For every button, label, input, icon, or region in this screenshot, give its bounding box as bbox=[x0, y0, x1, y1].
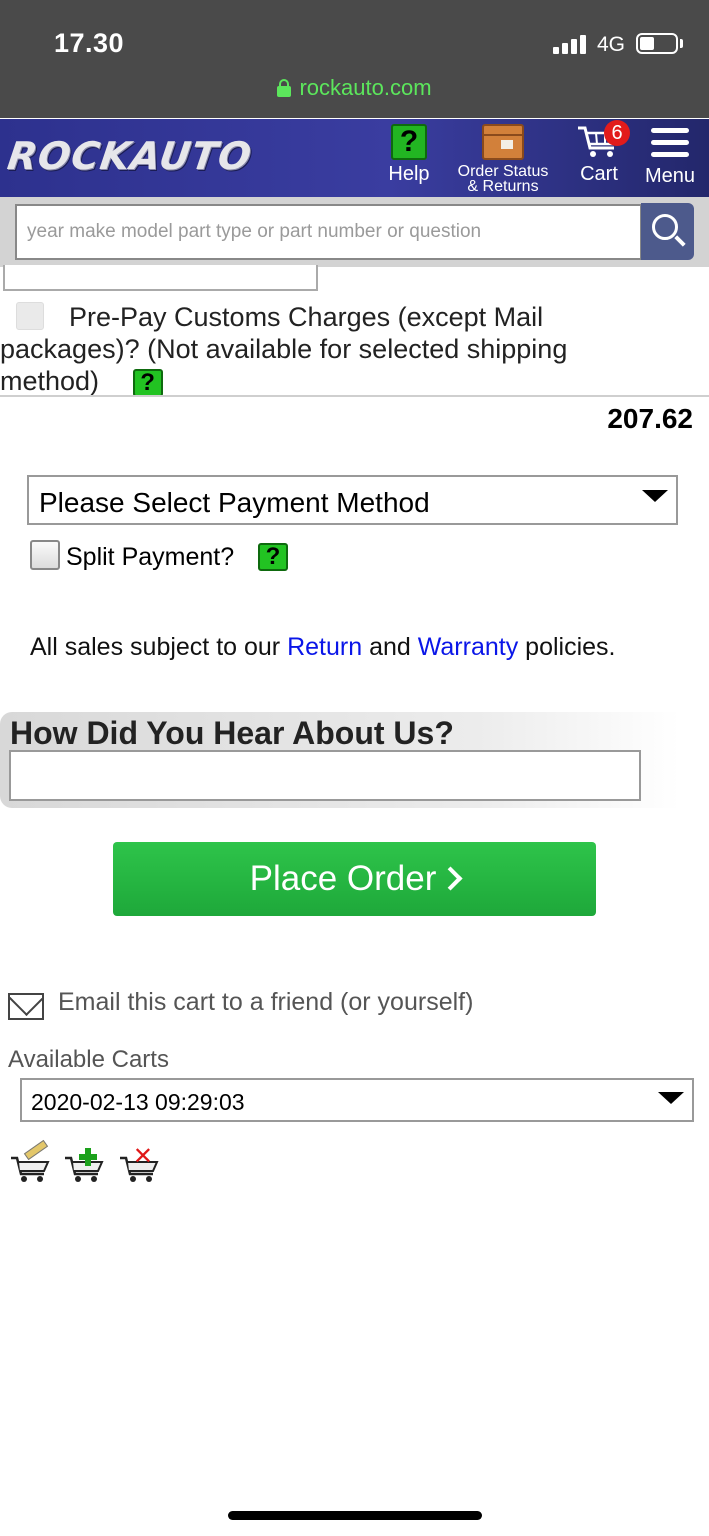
customs-label-line3: method) bbox=[0, 366, 100, 396]
package-icon bbox=[482, 124, 524, 160]
rockauto-logo[interactable]: ROCKAUTO bbox=[5, 134, 255, 178]
delete-cart-button[interactable]: ✕ bbox=[117, 1144, 161, 1184]
battery-icon bbox=[636, 33, 678, 54]
order-status-label: Order Status bbox=[457, 163, 549, 180]
help-icon: ? bbox=[391, 124, 427, 160]
signal-icon bbox=[553, 34, 589, 54]
available-carts-label: Available Carts bbox=[8, 1046, 169, 1073]
available-carts-value: 2020-02-13 09:29:03 bbox=[31, 1089, 245, 1115]
lock-icon bbox=[277, 79, 292, 97]
search-icon bbox=[652, 214, 678, 240]
hamburger-icon bbox=[651, 128, 689, 158]
cart-count-badge: 6 bbox=[604, 120, 630, 146]
email-cart-link[interactable]: Email this cart to a friend (or yourself… bbox=[58, 988, 473, 1017]
split-payment-checkbox[interactable] bbox=[30, 540, 60, 570]
customs-option: Pre-Pay Customs Charges (except Mail pac… bbox=[0, 301, 660, 397]
customs-help-icon[interactable]: ? bbox=[132, 368, 163, 397]
order-status-button[interactable]: Order Status & Returns bbox=[452, 122, 554, 195]
new-cart-button[interactable] bbox=[62, 1144, 106, 1184]
dropdown-arrow-icon bbox=[658, 1092, 684, 1104]
partial-field[interactable] bbox=[3, 265, 318, 291]
split-payment-label: Split Payment? bbox=[66, 543, 235, 571]
help-button[interactable]: ? Help bbox=[386, 122, 432, 184]
available-carts-select[interactable]: 2020-02-13 09:29:03 bbox=[20, 1078, 694, 1122]
network-label: 4G bbox=[597, 33, 626, 56]
payment-method-select[interactable]: Please Select Payment Method bbox=[27, 475, 678, 525]
warranty-policy-link[interactable]: Warranty bbox=[418, 633, 518, 661]
chevron-right-icon bbox=[438, 866, 463, 891]
menu-label: Menu bbox=[644, 165, 696, 187]
return-policy-link[interactable]: Return bbox=[287, 633, 362, 661]
split-payment-help-icon[interactable]: ? bbox=[258, 543, 288, 571]
menu-button[interactable]: Menu bbox=[642, 122, 698, 186]
search-input[interactable] bbox=[15, 204, 642, 260]
referral-title: How Did You Hear About Us? bbox=[10, 715, 454, 751]
policy-notice: All sales subject to our Return and Warr… bbox=[30, 633, 616, 661]
cart-label: Cart bbox=[580, 163, 618, 185]
search-button[interactable] bbox=[641, 203, 694, 260]
envelope-icon[interactable] bbox=[8, 993, 44, 1020]
status-bar: 17.30 4G rockauto.com bbox=[0, 0, 709, 118]
order-total: 207.62 bbox=[607, 403, 693, 434]
home-indicator[interactable] bbox=[228, 1511, 482, 1520]
status-time: 17.30 bbox=[54, 28, 125, 58]
cart-tools: ✕ bbox=[8, 1139, 167, 1184]
place-order-button[interactable]: Place Order bbox=[113, 842, 596, 916]
place-order-label: Place Order bbox=[249, 859, 437, 898]
customs-label-line1: Pre-Pay Customs Charges (except Mail bbox=[69, 302, 544, 332]
section-divider bbox=[0, 395, 709, 397]
cart-button[interactable]: 6 Cart bbox=[574, 120, 630, 185]
customs-label-line2: packages)? (Not available for selected s… bbox=[0, 334, 568, 364]
help-label: Help bbox=[388, 163, 430, 185]
returns-label: & Returns bbox=[467, 178, 539, 195]
rename-cart-button[interactable] bbox=[8, 1139, 52, 1184]
payment-method-value: Please Select Payment Method bbox=[39, 487, 430, 518]
dropdown-arrow-icon bbox=[642, 490, 668, 502]
referral-input[interactable] bbox=[9, 750, 641, 801]
address-bar[interactable]: rockauto.com bbox=[0, 75, 709, 101]
url-text: rockauto.com bbox=[299, 75, 432, 100]
